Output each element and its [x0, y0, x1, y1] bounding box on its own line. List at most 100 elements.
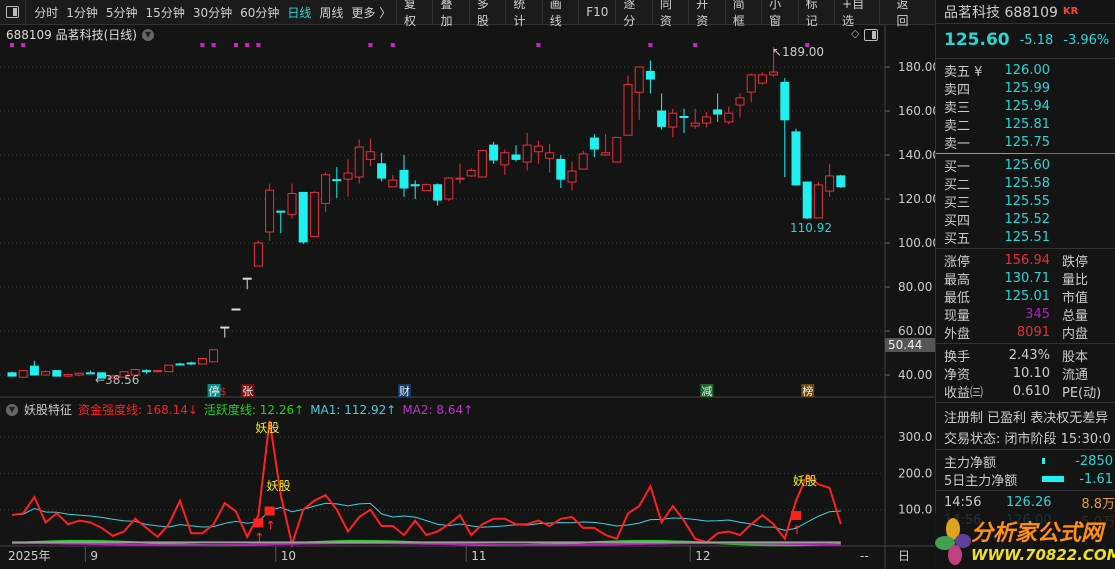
- candle[interactable]: [556, 155, 566, 188]
- event-marker[interactable]: [693, 43, 698, 47]
- candle[interactable]: [265, 183, 275, 241]
- candle[interactable]: [578, 150, 588, 170]
- candle[interactable]: [242, 277, 252, 290]
- candle[interactable]: [377, 152, 387, 182]
- panel-toggle-icon[interactable]: [6, 6, 20, 18]
- candle[interactable]: [735, 93, 745, 118]
- period-tab[interactable]: 周线: [315, 4, 347, 21]
- period-tab[interactable]: 15分钟: [142, 4, 189, 21]
- candle[interactable]: [533, 140, 543, 164]
- layout-icon[interactable]: [864, 29, 878, 41]
- candle[interactable]: [780, 78, 790, 177]
- candle[interactable]: [679, 108, 689, 133]
- candle[interactable]: [645, 60, 655, 94]
- candle[interactable]: [724, 106, 734, 125]
- candle[interactable]: [802, 181, 812, 219]
- toolbar-button[interactable]: 小窗: [761, 0, 797, 28]
- candle[interactable]: [153, 370, 163, 373]
- candle[interactable]: [85, 370, 95, 375]
- chevron-down-icon[interactable]: ▼: [142, 28, 154, 41]
- candle[interactable]: [623, 75, 633, 136]
- toolbar-button[interactable]: +自选: [834, 0, 879, 28]
- candle[interactable]: [455, 163, 465, 184]
- back-button[interactable]: 返回: [879, 0, 935, 28]
- period-tab[interactable]: 分时: [30, 4, 62, 21]
- chevron-down-icon[interactable]: ▼: [6, 403, 18, 416]
- candle[interactable]: [209, 349, 219, 363]
- candle[interactable]: [746, 73, 756, 103]
- candle[interactable]: [52, 370, 62, 377]
- candle[interactable]: [399, 155, 409, 197]
- event-marker[interactable]: [234, 43, 238, 47]
- period-tab[interactable]: 5分钟: [102, 4, 142, 21]
- toolbar-button[interactable]: 逐分: [615, 0, 651, 28]
- candle[interactable]: [791, 128, 801, 186]
- event-marker[interactable]: [200, 43, 205, 47]
- candle[interactable]: [197, 358, 207, 365]
- candle[interactable]: [601, 134, 611, 157]
- diamond-icon[interactable]: ◇: [851, 27, 859, 40]
- candle[interactable]: [421, 183, 431, 192]
- candle[interactable]: [444, 177, 454, 202]
- candle[interactable]: [253, 240, 263, 267]
- candle[interactable]: [545, 144, 555, 173]
- candle[interactable]: [634, 66, 644, 120]
- candle[interactable]: [567, 161, 577, 191]
- period-tab[interactable]: 1分钟: [62, 4, 102, 21]
- event-marker[interactable]: [536, 43, 541, 47]
- candle[interactable]: [332, 167, 342, 198]
- period-tab[interactable]: 更多 〉: [347, 4, 395, 21]
- candle[interactable]: [388, 174, 398, 188]
- candle[interactable]: [343, 159, 353, 197]
- toolbar-button[interactable]: 同资: [651, 0, 688, 28]
- event-marker[interactable]: [10, 43, 14, 47]
- candle[interactable]: [489, 141, 499, 164]
- event-marker[interactable]: [256, 43, 261, 47]
- toolbar-button[interactable]: 画线: [541, 0, 578, 28]
- toolbar-button[interactable]: F10: [578, 0, 615, 25]
- event-marker[interactable]: [21, 43, 26, 47]
- candle[interactable]: [276, 210, 286, 234]
- candle[interactable]: [433, 183, 443, 206]
- candle[interactable]: [500, 149, 510, 175]
- candle[interactable]: [231, 308, 241, 311]
- candle[interactable]: [511, 145, 521, 162]
- period-mark[interactable]: 日: [898, 549, 910, 563]
- candle[interactable]: [522, 133, 532, 171]
- toolbar-button[interactable]: 简框: [724, 0, 761, 28]
- event-marker[interactable]: [648, 43, 653, 47]
- candle[interactable]: [612, 136, 622, 163]
- period-tab[interactable]: 日线: [283, 4, 315, 21]
- candle[interactable]: [757, 72, 767, 85]
- candle[interactable]: [141, 369, 151, 374]
- candle[interactable]: [701, 112, 711, 128]
- candle[interactable]: [354, 139, 364, 184]
- candle[interactable]: [63, 373, 73, 378]
- event-marker[interactable]: [805, 43, 810, 47]
- event-marker[interactable]: [211, 43, 216, 47]
- period-tab[interactable]: 60分钟: [236, 4, 283, 21]
- toolbar-button[interactable]: 统计: [505, 0, 541, 28]
- candle[interactable]: [164, 364, 174, 373]
- kline-chart[interactable]: 180.00 160.00 140.00 120.00 100.00 80.00 60.00…: [0, 0, 935, 569]
- candle[interactable]: [29, 360, 39, 376]
- candle[interactable]: [657, 93, 667, 130]
- toolbar-button[interactable]: 叠加: [432, 0, 468, 28]
- indicator-name[interactable]: 妖股特征: [24, 401, 72, 418]
- event-marker[interactable]: [368, 43, 373, 47]
- toolbar-button[interactable]: 开资: [688, 0, 724, 28]
- candle[interactable]: [836, 174, 846, 188]
- candle[interactable]: [466, 168, 476, 177]
- candle[interactable]: [365, 138, 375, 167]
- candle[interactable]: [186, 361, 196, 366]
- candle[interactable]: [825, 163, 835, 197]
- toolbar-button[interactable]: 多股: [468, 0, 505, 28]
- candle[interactable]: [309, 191, 319, 237]
- candle[interactable]: [41, 370, 51, 376]
- candle[interactable]: [74, 372, 84, 377]
- toolbar-button[interactable]: 复权: [396, 0, 432, 28]
- candle[interactable]: [690, 108, 700, 129]
- candle[interactable]: [175, 362, 185, 366]
- candle[interactable]: [668, 108, 678, 138]
- candle[interactable]: [287, 183, 297, 219]
